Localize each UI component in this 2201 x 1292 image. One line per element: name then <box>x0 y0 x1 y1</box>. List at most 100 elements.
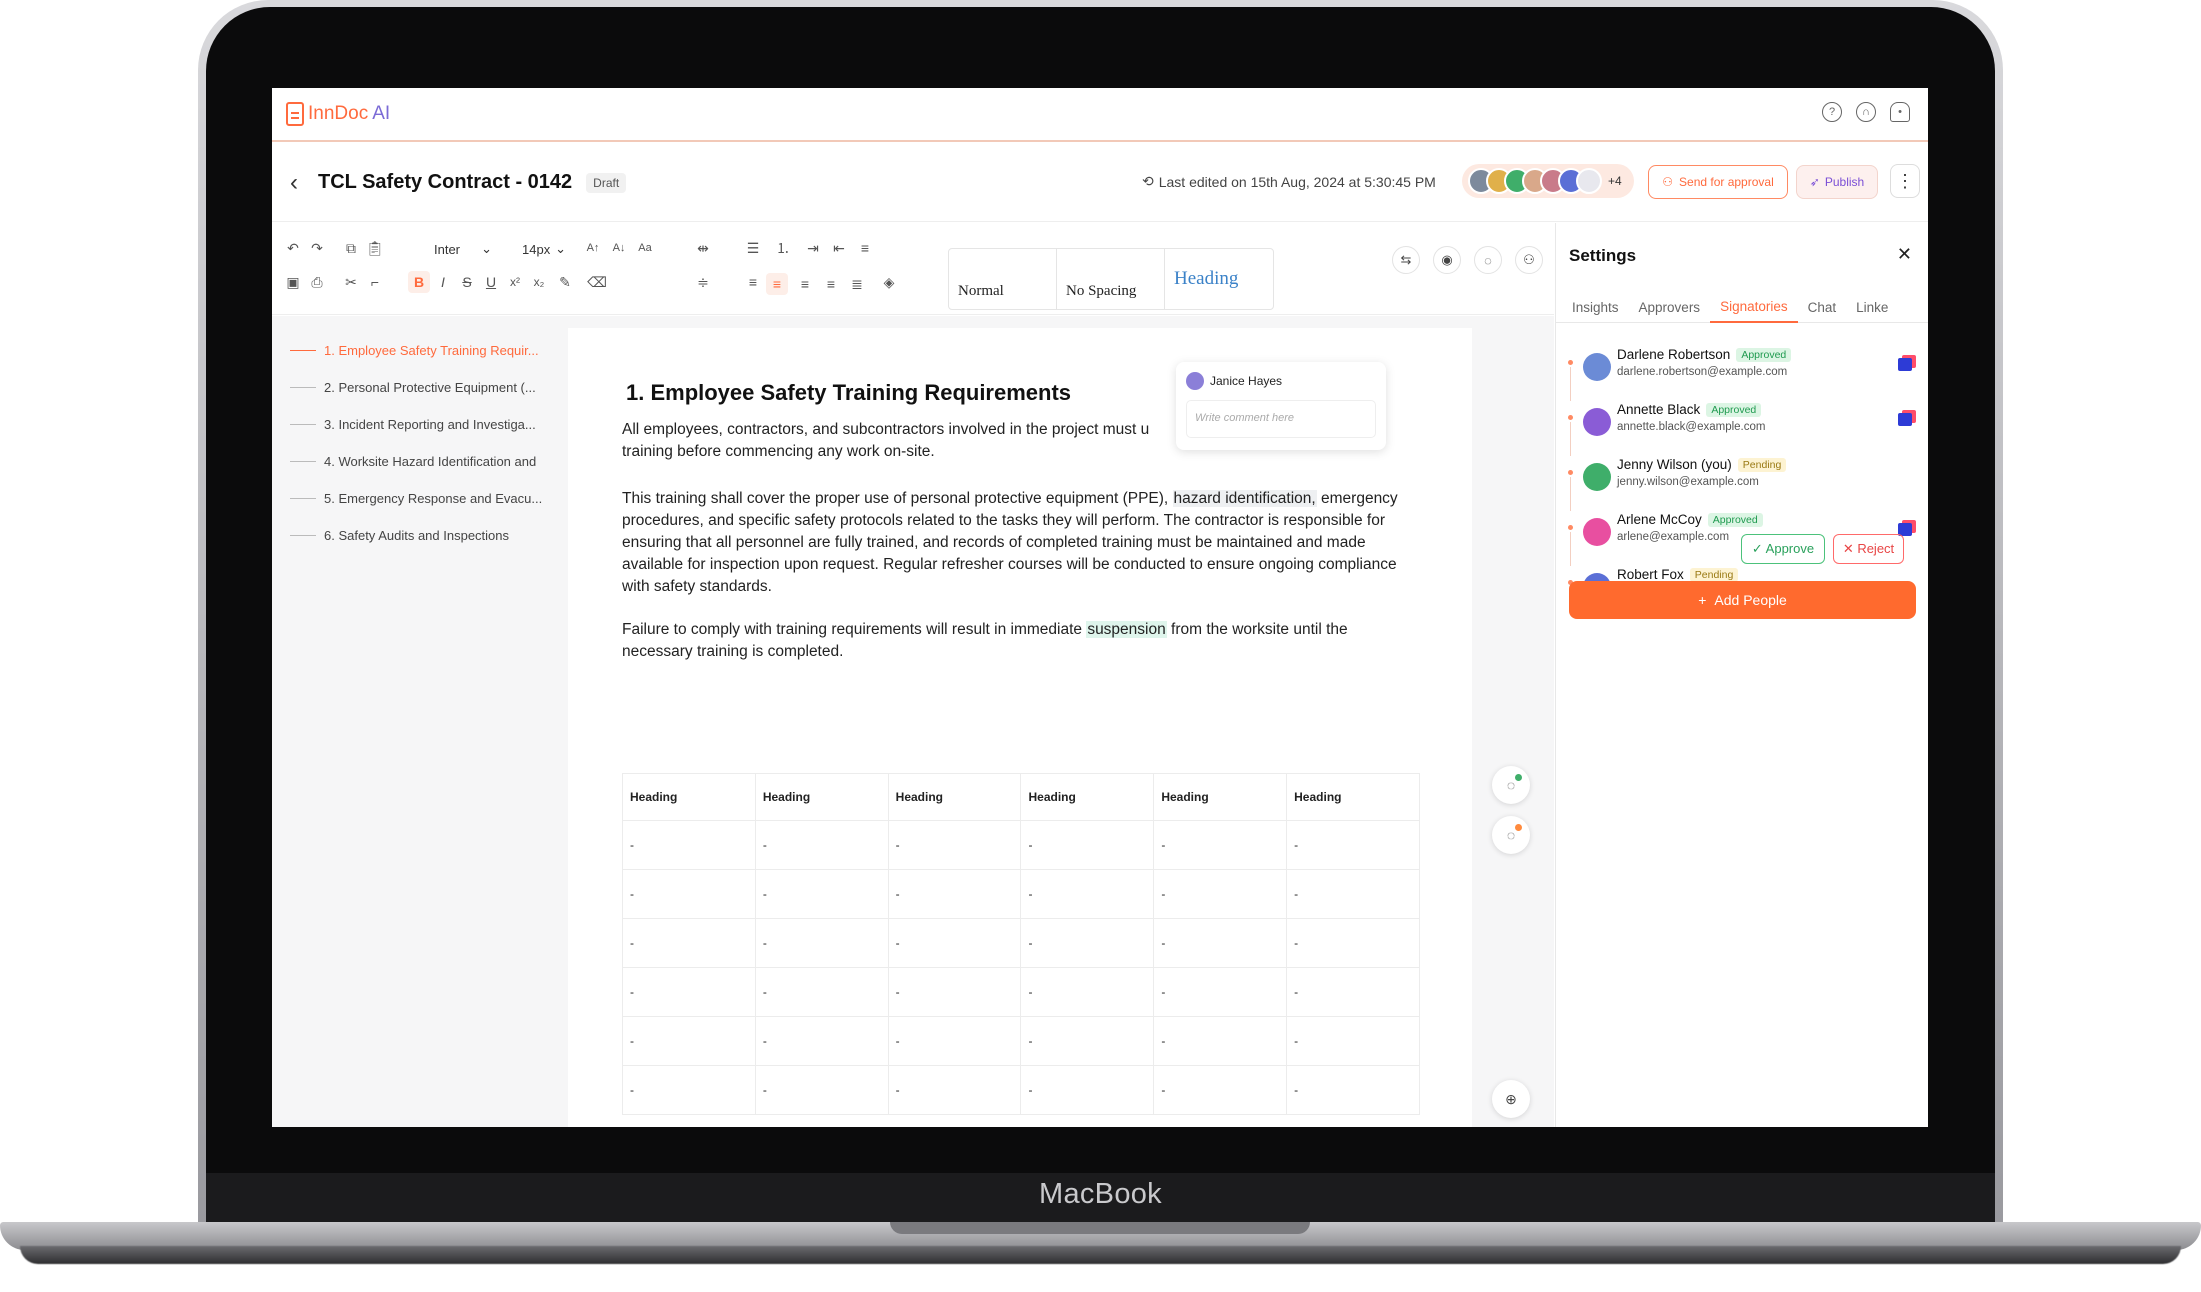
cut-icon[interactable]: ✂ <box>340 271 362 293</box>
table-cell[interactable]: - <box>1153 967 1288 1017</box>
tab-linked[interactable]: Linke <box>1846 291 1898 323</box>
table-cell[interactable]: - <box>1020 918 1155 968</box>
save-icon[interactable]: ▣ <box>282 271 304 293</box>
table-cell[interactable]: - <box>754 1016 889 1066</box>
comment-input[interactable]: Write comment here <box>1186 400 1376 438</box>
table-cell[interactable]: - <box>1153 820 1288 870</box>
bold-icon[interactable]: B <box>408 271 430 293</box>
table-cell[interactable]: - <box>887 1016 1022 1066</box>
align-right-icon[interactable]: ≡ <box>820 273 842 295</box>
add-block-button[interactable]: ⊕ <box>1492 1080 1530 1118</box>
signature-icon[interactable] <box>1898 358 1912 371</box>
signatory-item[interactable]: Annette Black Approved annette.black@examp… <box>1568 396 1918 456</box>
table-cell[interactable]: - <box>754 967 889 1017</box>
highlight-icon[interactable]: ✎ <box>554 271 576 293</box>
table-cell[interactable]: - <box>754 869 889 919</box>
increase-font-icon[interactable]: A↑ <box>582 237 604 259</box>
app-logo[interactable]: InnDoc AI <box>286 102 390 126</box>
signatory-item[interactable]: Jenny Wilson (you) Pending jenny.wilson@ex… <box>1568 451 1918 511</box>
table-cell[interactable]: - <box>622 1016 756 1066</box>
strikethrough-icon[interactable]: S <box>456 271 478 293</box>
line-spacing-icon[interactable]: ≑ <box>692 271 714 293</box>
track-changes-icon[interactable]: ⇆ <box>1392 246 1420 274</box>
highlighted-text[interactable]: hazard identification, <box>1172 490 1317 507</box>
send-for-approval-button[interactable]: ⚇ Send for approval <box>1648 165 1788 199</box>
table-cell[interactable]: - <box>887 820 1022 870</box>
underline-icon[interactable]: U <box>480 271 502 293</box>
eye-icon[interactable]: ◉ <box>1433 246 1461 274</box>
outline-item[interactable]: 3. Incident Reporting and Investiga... <box>290 406 542 443</box>
comment-icon[interactable]: ◌ <box>1474 246 1502 274</box>
table-cell[interactable]: - <box>754 1065 889 1115</box>
table-cell[interactable]: - <box>622 918 756 968</box>
publish-button[interactable]: ➶ Publish <box>1796 165 1878 199</box>
signatory-item[interactable]: Darlene Robertson Approved darlene.roberts… <box>1568 341 1918 401</box>
table-cell[interactable]: - <box>1020 869 1155 919</box>
document-page[interactable]: 1. Employee Safety Training Requirements… <box>568 328 1472 1127</box>
outdent-icon[interactable]: ⇤ <box>828 237 850 259</box>
table-cell[interactable]: - <box>754 820 889 870</box>
italic-icon[interactable]: I <box>432 271 454 293</box>
table-cell[interactable]: - <box>622 1065 756 1115</box>
table-cell[interactable]: - <box>1020 1016 1155 1066</box>
bell-icon[interactable]: • <box>1890 102 1910 122</box>
split-icon[interactable]: ⇹ <box>692 237 714 259</box>
format-painter-icon[interactable]: ⌐ <box>364 271 386 293</box>
outline-item[interactable]: 5. Emergency Response and Evacu... <box>290 480 542 517</box>
tab-signatories[interactable]: Signatories <box>1710 291 1798 323</box>
decrease-font-icon[interactable]: A↓ <box>608 237 630 259</box>
table-cell[interactable]: - <box>887 967 1022 1017</box>
eraser-icon[interactable]: ⌫ <box>586 271 608 293</box>
table-cell[interactable]: - <box>887 918 1022 968</box>
reject-button[interactable]: ✕ Reject <box>1833 534 1904 564</box>
table-cell[interactable]: - <box>1153 1016 1288 1066</box>
table-cell[interactable]: - <box>622 869 756 919</box>
style-normal[interactable]: Normal <box>949 249 1057 309</box>
table-cell[interactable]: - <box>1286 869 1420 919</box>
copy-icon[interactable]: ⧉ <box>340 237 362 259</box>
redo-icon[interactable]: ↷ <box>306 237 328 259</box>
user-settings-icon[interactable]: ⚇ <box>1515 246 1543 274</box>
table-cell[interactable]: - <box>887 1065 1022 1115</box>
outline-item[interactable]: 1. Employee Safety Training Requir... <box>290 332 542 369</box>
approve-button[interactable]: ✓ Approve <box>1741 534 1825 564</box>
collaborator-avatars[interactable]: +4 <box>1462 164 1634 198</box>
tab-approvers[interactable]: Approvers <box>1629 291 1711 323</box>
tab-chat[interactable]: Chat <box>1798 291 1847 323</box>
table-cell[interactable]: - <box>1153 918 1288 968</box>
help-icon[interactable]: ? <box>1822 102 1842 122</box>
align-center-icon[interactable]: ≡ <box>766 273 788 295</box>
table-cell[interactable]: - <box>754 918 889 968</box>
highlighted-text[interactable]: suspension <box>1086 621 1167 638</box>
font-size-select[interactable]: 14px ⌄ <box>516 237 572 261</box>
table-cell[interactable]: - <box>622 967 756 1017</box>
signature-icon[interactable] <box>1898 413 1912 426</box>
indent-icon[interactable]: ⇥ <box>802 237 824 259</box>
table-cell[interactable]: - <box>1020 967 1155 1017</box>
font-family-select[interactable]: Inter ⌄ <box>428 237 498 261</box>
add-people-button[interactable]: + Add People <box>1569 581 1916 619</box>
undo-icon[interactable]: ↶ <box>282 237 304 259</box>
table-cell[interactable]: - <box>1286 1016 1420 1066</box>
align-left-icon[interactable]: ≡ <box>742 271 764 293</box>
table-cell[interactable]: - <box>1286 1065 1420 1115</box>
table-cell[interactable]: - <box>1020 820 1155 870</box>
style-no-spacing[interactable]: No Spacing <box>1057 249 1165 309</box>
outline-item[interactable]: 4. Worksite Hazard Identification and <box>290 443 542 480</box>
outline-item[interactable]: 2. Personal Protective Equipment (... <box>290 369 542 406</box>
table-cell[interactable]: - <box>1286 918 1420 968</box>
table-cell[interactable]: - <box>1286 967 1420 1017</box>
table-cell[interactable]: - <box>1153 869 1288 919</box>
table-cell[interactable]: - <box>622 820 756 870</box>
table-cell[interactable]: - <box>1020 1065 1155 1115</box>
justify-icon[interactable]: ≣ <box>846 273 868 295</box>
add-comment-button[interactable]: ◌ <box>1492 766 1530 804</box>
close-icon[interactable]: ✕ <box>1897 244 1912 265</box>
numbered-list-icon[interactable]: ⒈ <box>772 237 794 259</box>
fill-color-icon[interactable]: ◈ <box>878 271 900 293</box>
back-arrow-icon[interactable]: ‹ <box>290 169 312 197</box>
bullet-list-icon[interactable]: ☰ <box>742 237 764 259</box>
superscript-icon[interactable]: x² <box>504 271 526 293</box>
more-options-button[interactable]: ⋮ <box>1890 164 1920 198</box>
print-icon[interactable]: ⎙ <box>306 271 328 293</box>
